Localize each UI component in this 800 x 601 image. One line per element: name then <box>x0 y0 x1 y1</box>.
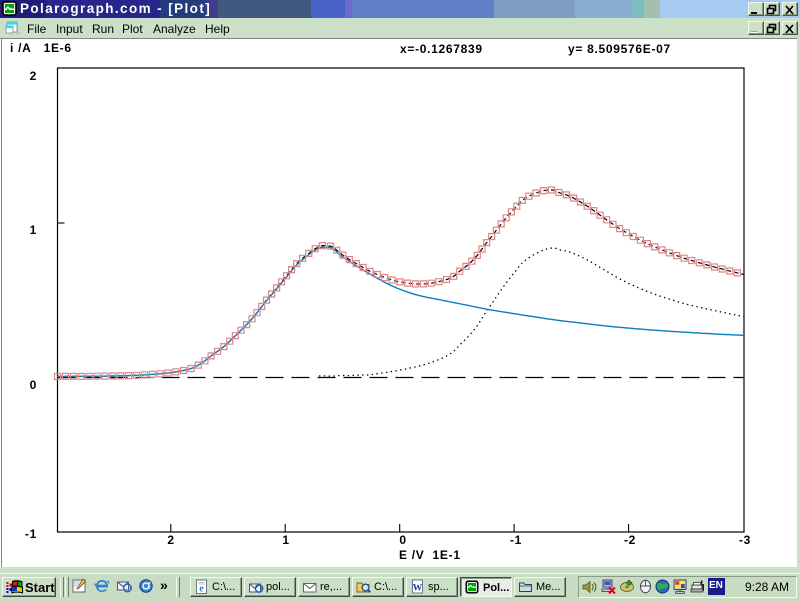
svg-text:e: e <box>199 584 204 595</box>
svg-text:0: 0 <box>30 378 37 392</box>
svg-text:-1: -1 <box>25 527 37 541</box>
svg-text:x=-0.1267839: x=-0.1267839 <box>400 42 483 56</box>
svg-text:y= 8.509576E-07: y= 8.509576E-07 <box>568 42 671 56</box>
svg-text:2: 2 <box>167 533 174 547</box>
svg-text:-3: -3 <box>739 533 751 547</box>
svg-text:i /A 1E-6: i /A 1E-6 <box>10 41 72 55</box>
svg-text:E /V 1E-1: E /V 1E-1 <box>399 548 461 562</box>
svg-text:-1: -1 <box>510 533 522 547</box>
svg-text:W: W <box>413 584 423 594</box>
svg-text:1: 1 <box>282 533 289 547</box>
svg-text:1: 1 <box>30 223 37 237</box>
svg-text:2: 2 <box>30 69 37 83</box>
svg-text:-2: -2 <box>624 533 636 547</box>
svg-text:0: 0 <box>399 533 406 547</box>
